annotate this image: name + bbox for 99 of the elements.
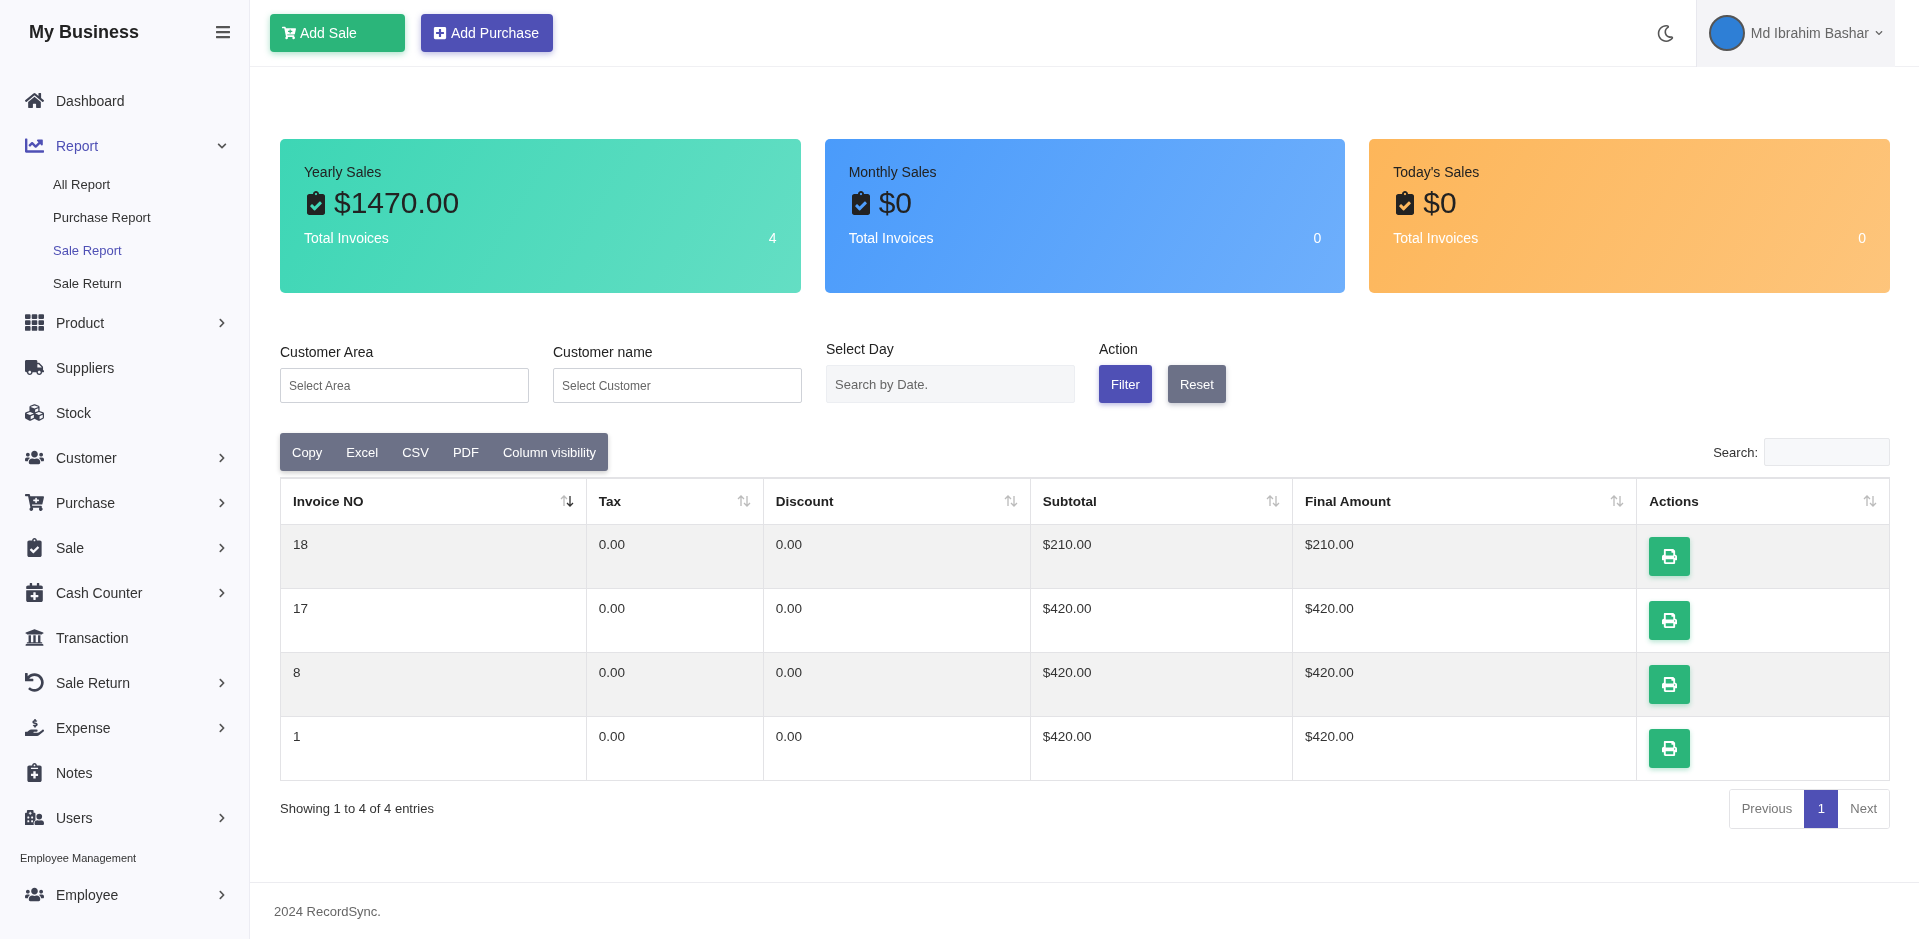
moon-icon[interactable]: [1656, 24, 1674, 42]
table-cell: $420.00: [1292, 588, 1637, 652]
table-cell: 1: [280, 716, 587, 780]
print-button[interactable]: [1649, 600, 1691, 640]
select-field[interactable]: Select Customer: [553, 368, 802, 403]
sidebar-item[interactable]: Purchase: [0, 480, 249, 525]
people-icon: [22, 448, 46, 467]
reset-button[interactable]: Reset: [1167, 365, 1226, 403]
line-chart-icon: [22, 136, 46, 155]
table-cell: 0.00: [586, 716, 764, 780]
stat-title: Yearly Sales: [304, 164, 383, 180]
sidebar-item[interactable]: Customer: [0, 435, 249, 480]
table-cell: 0.00: [763, 524, 1031, 588]
export-button[interactable]: Copy: [280, 433, 335, 471]
house-icon: [22, 91, 46, 110]
table-cell: 0.00: [586, 652, 764, 716]
printer-icon: [1662, 548, 1678, 564]
cart-plus-icon: [282, 26, 296, 40]
table-cell: $420.00: [1030, 588, 1293, 652]
stat-amount: $1470.00: [334, 186, 460, 220]
stat-count: 4: [768, 230, 777, 246]
export-button[interactable]: Excel: [334, 433, 391, 471]
stat-caption: Total Invoices: [304, 230, 389, 246]
print-button[interactable]: [1649, 664, 1691, 704]
sidebar-item[interactable]: Notes: [0, 750, 249, 795]
table-cell: $210.00: [1292, 524, 1637, 588]
date-field[interactable]: Search by Date.: [826, 365, 1075, 403]
truck-icon: [22, 358, 46, 377]
sidebar-item[interactable]: Product: [0, 300, 249, 345]
add-purchase-button[interactable]: Add Purchase: [421, 14, 553, 52]
footer-text: 2024 RecordSync.: [274, 903, 381, 919]
sidebar-item[interactable]: Dashboard: [0, 78, 249, 123]
sidebar-item[interactable]: Cash Counter: [0, 570, 249, 615]
sidebar-subitem[interactable]: Purchase Report: [0, 201, 249, 234]
stat-caption: Total Invoices: [1393, 230, 1479, 246]
table-cell: 18: [280, 524, 587, 588]
sidebar-item[interactable]: Report: [0, 123, 249, 168]
search-field[interactable]: [1764, 438, 1890, 466]
cart-plus-icon: [22, 493, 46, 512]
select-field[interactable]: Select Area: [280, 368, 529, 403]
table-cell: 8: [280, 652, 587, 716]
table-info: Showing 1 to 4 of 4 entries: [280, 801, 434, 816]
clipboard-check-icon: [304, 191, 328, 215]
table-cell: 17: [280, 588, 587, 652]
print-button[interactable]: [1649, 536, 1691, 576]
chevron-down-icon: [1875, 29, 1883, 37]
undo-icon: [22, 673, 46, 692]
filter-button[interactable]: Filter: [1099, 365, 1152, 403]
stat-caption: Total Invoices: [848, 230, 934, 246]
stat-title: Monthly Sales: [848, 164, 938, 180]
printer-icon: [1662, 740, 1678, 756]
sidebar-section-heading: Employee Management: [19, 851, 138, 866]
sidebar-item[interactable]: Transaction: [0, 615, 249, 660]
sidebar-item[interactable]: Stock: [0, 390, 249, 435]
print-button[interactable]: [1649, 728, 1691, 768]
table-cell: 0.00: [586, 588, 764, 652]
table-cell: $420.00: [1030, 716, 1293, 780]
export-button[interactable]: Column visibility: [490, 433, 609, 471]
sidebar-item[interactable]: Suppliers: [0, 345, 249, 390]
table-cell: 0.00: [763, 716, 1031, 780]
table-cell: $420.00: [1292, 716, 1637, 780]
sidebar-subitem[interactable]: Sale Report: [0, 234, 249, 267]
stat-count: 0: [1858, 230, 1866, 246]
table-cell: 0.00: [586, 524, 764, 588]
grid-icon: [22, 313, 46, 332]
sidebar-subitem[interactable]: All Report: [0, 168, 249, 201]
stat-amount: $0: [878, 186, 913, 220]
avatar[interactable]: [1708, 15, 1745, 51]
table-cell: $210.00: [1030, 524, 1293, 588]
export-button[interactable]: CSV: [390, 433, 441, 471]
people-icon: [22, 885, 46, 904]
filter-label: Select Day: [826, 341, 895, 357]
user-menu[interactable]: Md Ibrahim Bashar: [1750, 25, 1883, 41]
stat-amount: $0: [1423, 186, 1457, 220]
sidebar-item[interactable]: Employee: [0, 872, 249, 917]
boxes-icon: [22, 403, 46, 422]
filter-label: Action: [1099, 341, 1139, 357]
sidebar-item[interactable]: Sale: [0, 525, 249, 570]
stat-title: Today's Sales: [1393, 164, 1481, 180]
table-cell: 0.00: [763, 652, 1031, 716]
stat-count: 0: [1313, 230, 1322, 246]
filter-label: Customer name: [553, 344, 654, 360]
sidebar-subitem[interactable]: Sale Return: [0, 267, 249, 300]
brand-title: My Business: [29, 21, 140, 43]
table-cell: $420.00: [1030, 652, 1293, 716]
table-cell: 0.00: [763, 588, 1031, 652]
hand-dollar-icon: [22, 718, 46, 737]
export-button[interactable]: PDF: [440, 433, 491, 471]
sidebar-item[interactable]: Expense: [0, 705, 249, 750]
page-link[interactable]: 1: [1804, 789, 1839, 828]
filter-label: Customer Area: [280, 344, 375, 360]
table-cell: $420.00: [1292, 652, 1637, 716]
menu-icon[interactable]: [215, 24, 231, 40]
building-user-icon: [22, 808, 46, 827]
sidebar-item[interactable]: Sale Return: [0, 660, 249, 705]
printer-icon: [1662, 612, 1678, 628]
sidebar-item[interactable]: Users: [0, 795, 249, 840]
printer-icon: [1662, 676, 1678, 692]
search-label: Search:: [1713, 444, 1758, 460]
